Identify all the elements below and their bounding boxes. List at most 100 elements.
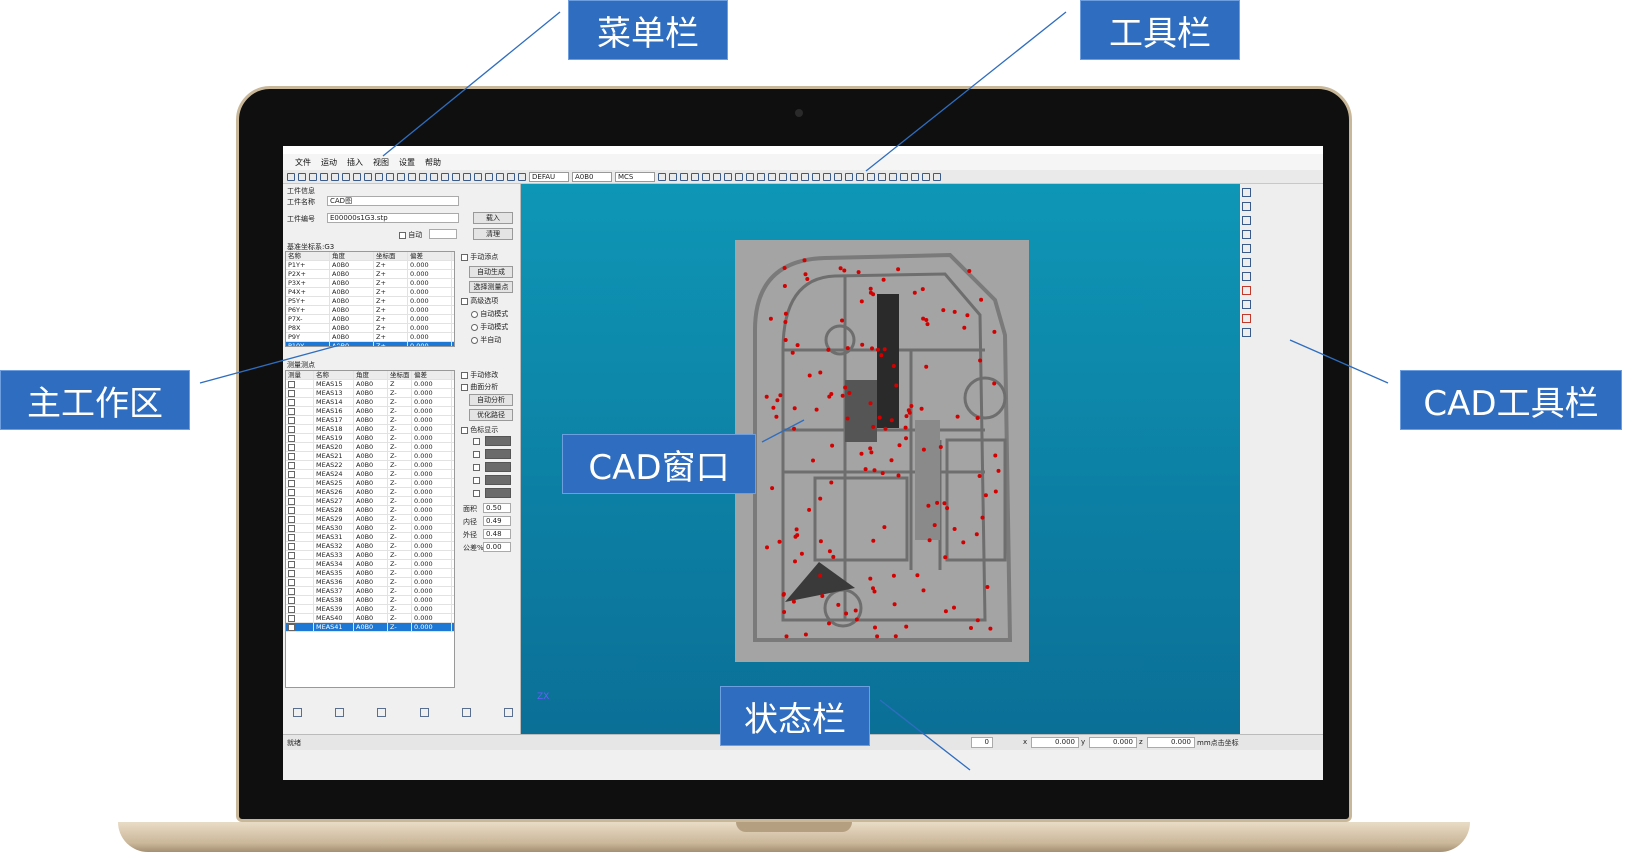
measure-point-marker[interactable] [868, 286, 873, 291]
measure-point-marker[interactable] [881, 277, 886, 282]
rotate-icon[interactable] [1242, 272, 1251, 281]
measure-point-marker[interactable] [840, 318, 844, 323]
row-checkbox[interactable] [286, 533, 314, 541]
toolbar-tool-icon[interactable] [746, 172, 754, 181]
table-row[interactable]: MEAS33 A0B0 Z- 0.000 [286, 551, 454, 560]
row-checkbox[interactable] [286, 425, 314, 433]
measure-point-marker[interactable] [965, 313, 970, 318]
row-checkbox[interactable] [286, 452, 314, 460]
row-checkbox[interactable] [286, 488, 314, 496]
row-checkbox[interactable] [286, 416, 314, 424]
tolerance-field[interactable]: 0.00 [483, 542, 511, 552]
measure-point-marker[interactable] [830, 443, 835, 448]
measure-point-marker[interactable] [975, 416, 980, 420]
measure-point-marker[interactable] [975, 618, 980, 623]
row-checkbox[interactable] [286, 380, 314, 388]
menu-settings[interactable]: 设置 [399, 157, 415, 168]
cad-part-drawing[interactable] [735, 240, 1029, 662]
table-row[interactable]: MEAS31 A0B0 Z- 0.000 [286, 533, 454, 542]
area-field[interactable]: 0.50 [483, 503, 511, 513]
toolbar-tool-icon[interactable] [922, 172, 930, 181]
measure-point-marker[interactable] [924, 364, 929, 369]
measure-point-marker[interactable] [805, 277, 810, 281]
table-row[interactable]: MEAS15 A0B0 Z 0.000 [286, 380, 454, 389]
measure-point-marker[interactable] [903, 425, 908, 430]
toolbar-tool-icon[interactable] [298, 172, 306, 181]
measure-point-marker[interactable] [889, 458, 894, 463]
measure-point-marker[interactable] [941, 308, 946, 313]
measure-point-marker[interactable] [943, 555, 948, 560]
row-checkbox[interactable] [286, 497, 314, 505]
workpiece-no-field[interactable]: E00000s1G3.stp [327, 213, 459, 223]
row-checkbox[interactable] [286, 515, 314, 523]
toolbar-tool-icon[interactable] [702, 172, 710, 181]
color-swatch[interactable] [485, 449, 511, 459]
toolbar-tool-icon[interactable] [911, 172, 919, 181]
toolbar-tool-icon[interactable] [878, 172, 886, 181]
measure-point-marker[interactable] [853, 608, 858, 613]
table-row[interactable]: MEAS17 A0B0 Z- 0.000 [286, 416, 454, 425]
row-checkbox[interactable] [286, 605, 314, 613]
table-row[interactable]: MEAS20 A0B0 Z- 0.000 [286, 443, 454, 452]
table-row[interactable]: MEAS34 A0B0 Z- 0.000 [286, 560, 454, 569]
measure-point-marker[interactable] [977, 474, 982, 478]
measure-point-marker[interactable] [863, 467, 868, 472]
menu-view[interactable]: 视图 [373, 157, 389, 168]
measure-point-marker[interactable] [792, 406, 797, 411]
measure-point-marker[interactable] [980, 515, 985, 520]
measure-point-marker[interactable] [818, 496, 823, 501]
measure-point-marker[interactable] [921, 316, 926, 321]
measure-point-marker[interactable] [842, 268, 847, 273]
toolbar-tool-icon[interactable] [441, 172, 449, 181]
measure-point-marker[interactable] [854, 617, 859, 622]
table-row[interactable]: MEAS24 A0B0 Z- 0.000 [286, 470, 454, 479]
row-checkbox[interactable] [286, 434, 314, 442]
toolbar-tool-icon[interactable] [768, 172, 776, 181]
advanced-checkbox[interactable]: 高级选项 [461, 296, 498, 306]
toolbar-tool-icon[interactable] [790, 172, 798, 181]
mode-auto-radio[interactable]: 自动模式 [471, 309, 508, 319]
measure-point-marker[interactable] [909, 404, 914, 408]
toolbar-tool-icon[interactable] [342, 172, 350, 181]
toolbar-tool-icon[interactable] [419, 172, 427, 181]
table-row[interactable]: MEAS28 A0B0 Z- 0.000 [286, 506, 454, 515]
table-row[interactable]: MEAS16 A0B0 Z- 0.000 [286, 407, 454, 416]
measure-point-marker[interactable] [993, 489, 998, 494]
table-row[interactable]: MEAS29 A0B0 Z- 0.000 [286, 515, 454, 524]
row-checkbox[interactable] [286, 560, 314, 568]
alignment-points-table[interactable]: 名称 角度 坐标面 偏差 P1Y+ A0B0 Z+ 0.000 P2X+ A0B0 Z+ 0.000 P… [285, 251, 455, 347]
measure-point-marker[interactable] [985, 585, 990, 589]
measure-point-marker[interactable] [792, 426, 796, 431]
toolbar-tool-icon[interactable] [430, 172, 438, 181]
toolbar-tool-icon[interactable] [320, 172, 328, 181]
measure-points-table[interactable]: 测量 名称 角度 坐标面 偏差 MEAS15 A0B0 Z 0.000 MEAS13 A0B0 Z- 0… [285, 370, 455, 688]
table-row[interactable]: P10Y A0B0 Z+ 0.000 [286, 342, 454, 346]
camera-view-icon[interactable] [335, 708, 345, 717]
swatch-checkbox[interactable] [473, 476, 480, 484]
measure-point-marker[interactable] [791, 599, 796, 604]
measure-point-marker[interactable] [915, 573, 920, 578]
measure-point-marker[interactable] [891, 364, 896, 368]
measure-point-marker[interactable] [771, 405, 776, 410]
optimize-path-button[interactable]: 优化路径 [469, 409, 513, 421]
measure-point-marker[interactable] [811, 458, 815, 463]
measure-point-marker[interactable] [919, 406, 924, 411]
toolbar-tool-icon[interactable] [331, 172, 339, 181]
measure-point-marker[interactable] [803, 632, 808, 637]
measure-point-marker[interactable] [875, 634, 880, 639]
measure-point-marker[interactable] [868, 576, 873, 581]
reset-view-icon[interactable] [1242, 328, 1251, 337]
measure-point-marker[interactable] [783, 311, 788, 316]
table-row[interactable]: MEAS37 A0B0 Z- 0.000 [286, 587, 454, 596]
measure-point-marker[interactable] [782, 266, 787, 270]
measure-point-marker[interactable] [935, 500, 940, 505]
toolbar-tool-icon[interactable] [408, 172, 416, 181]
measure-point-marker[interactable] [778, 393, 783, 398]
table-header-cell[interactable]: 测量 [286, 371, 314, 379]
row-checkbox[interactable] [286, 470, 314, 478]
measure-point-marker[interactable] [897, 443, 902, 448]
measure-point-marker[interactable] [871, 586, 875, 591]
row-checkbox[interactable] [286, 551, 314, 559]
toolbar-tool-icon[interactable] [724, 172, 732, 181]
table-row[interactable]: MEAS40 A0B0 Z- 0.000 [286, 614, 454, 623]
